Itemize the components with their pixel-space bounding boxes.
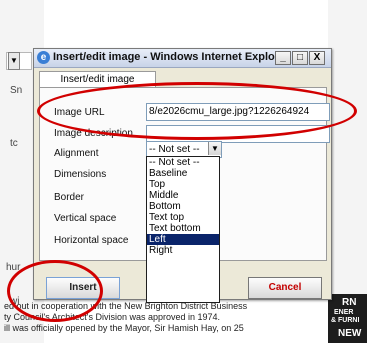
chevron-down-icon[interactable]: ▼ bbox=[208, 142, 221, 155]
background-ad-text: NEW bbox=[338, 328, 362, 339]
border-label: Border bbox=[54, 192, 85, 203]
alignment-option-middle[interactable]: Middle bbox=[147, 190, 219, 201]
background-line: ty Council's Architect's Division was ap… bbox=[4, 312, 221, 322]
dimensions-label: Dimensions bbox=[54, 169, 107, 180]
background-text: Sn bbox=[10, 85, 23, 96]
background-page-right bbox=[328, 0, 367, 343]
background-ad-text: & FURNI bbox=[331, 317, 360, 324]
insert-edit-image-dialog: e Insert/edit image - Windows Internet E… bbox=[33, 48, 332, 303]
background-ad-text: ENER bbox=[334, 309, 354, 316]
background-ad-text: RN bbox=[342, 297, 357, 308]
alignment-selected-value: -- Not set -- bbox=[149, 144, 200, 155]
internet-explorer-icon: e bbox=[37, 51, 50, 64]
tab-insert-edit-image[interactable]: Insert/edit image bbox=[39, 71, 156, 88]
image-url-label: Image URL bbox=[54, 107, 105, 118]
alignment-label: Alignment bbox=[54, 148, 99, 159]
alignment-option-bottom[interactable]: Bottom bbox=[147, 201, 219, 212]
image-description-label: Image description bbox=[54, 128, 133, 139]
alignment-option-left[interactable]: Left bbox=[147, 234, 219, 245]
close-button[interactable]: X bbox=[309, 51, 325, 65]
background-dropdown-arrow-icon: ▼ bbox=[8, 52, 20, 70]
alignment-dropdown-list: -- Not set -- Baseline Top Middle Bottom… bbox=[146, 156, 220, 303]
window-title: Insert/edit image - Windows Internet Exp… bbox=[53, 51, 290, 63]
maximize-button[interactable]: □ bbox=[292, 51, 308, 65]
alignment-option-not-set[interactable]: -- Not set -- bbox=[147, 157, 219, 168]
insert-button[interactable]: Insert bbox=[46, 277, 120, 299]
background-paragraph: ed out in cooperation with the New Brigh… bbox=[0, 301, 330, 334]
alignment-option-right[interactable]: Right bbox=[147, 245, 219, 256]
background-line: ill was officially opened by the Mayor, … bbox=[4, 323, 244, 333]
alignment-option-text-top[interactable]: Text top bbox=[147, 212, 219, 223]
background-text: tc bbox=[10, 138, 18, 149]
background-text: hur bbox=[6, 262, 21, 273]
image-url-input[interactable]: 8/e2026cmu_large.jpg?1226264924 bbox=[146, 103, 330, 121]
minimize-button[interactable]: _ bbox=[275, 51, 291, 65]
horizontal-space-label: Horizontal space bbox=[54, 235, 129, 246]
window-titlebar[interactable]: e Insert/edit image - Windows Internet E… bbox=[34, 49, 331, 68]
alignment-option-text-bottom[interactable]: Text bottom bbox=[147, 223, 219, 234]
cancel-button[interactable]: Cancel bbox=[248, 277, 322, 299]
alignment-option-baseline[interactable]: Baseline bbox=[147, 168, 219, 179]
alignment-option-top[interactable]: Top bbox=[147, 179, 219, 190]
vertical-space-label: Vertical space bbox=[54, 213, 117, 224]
